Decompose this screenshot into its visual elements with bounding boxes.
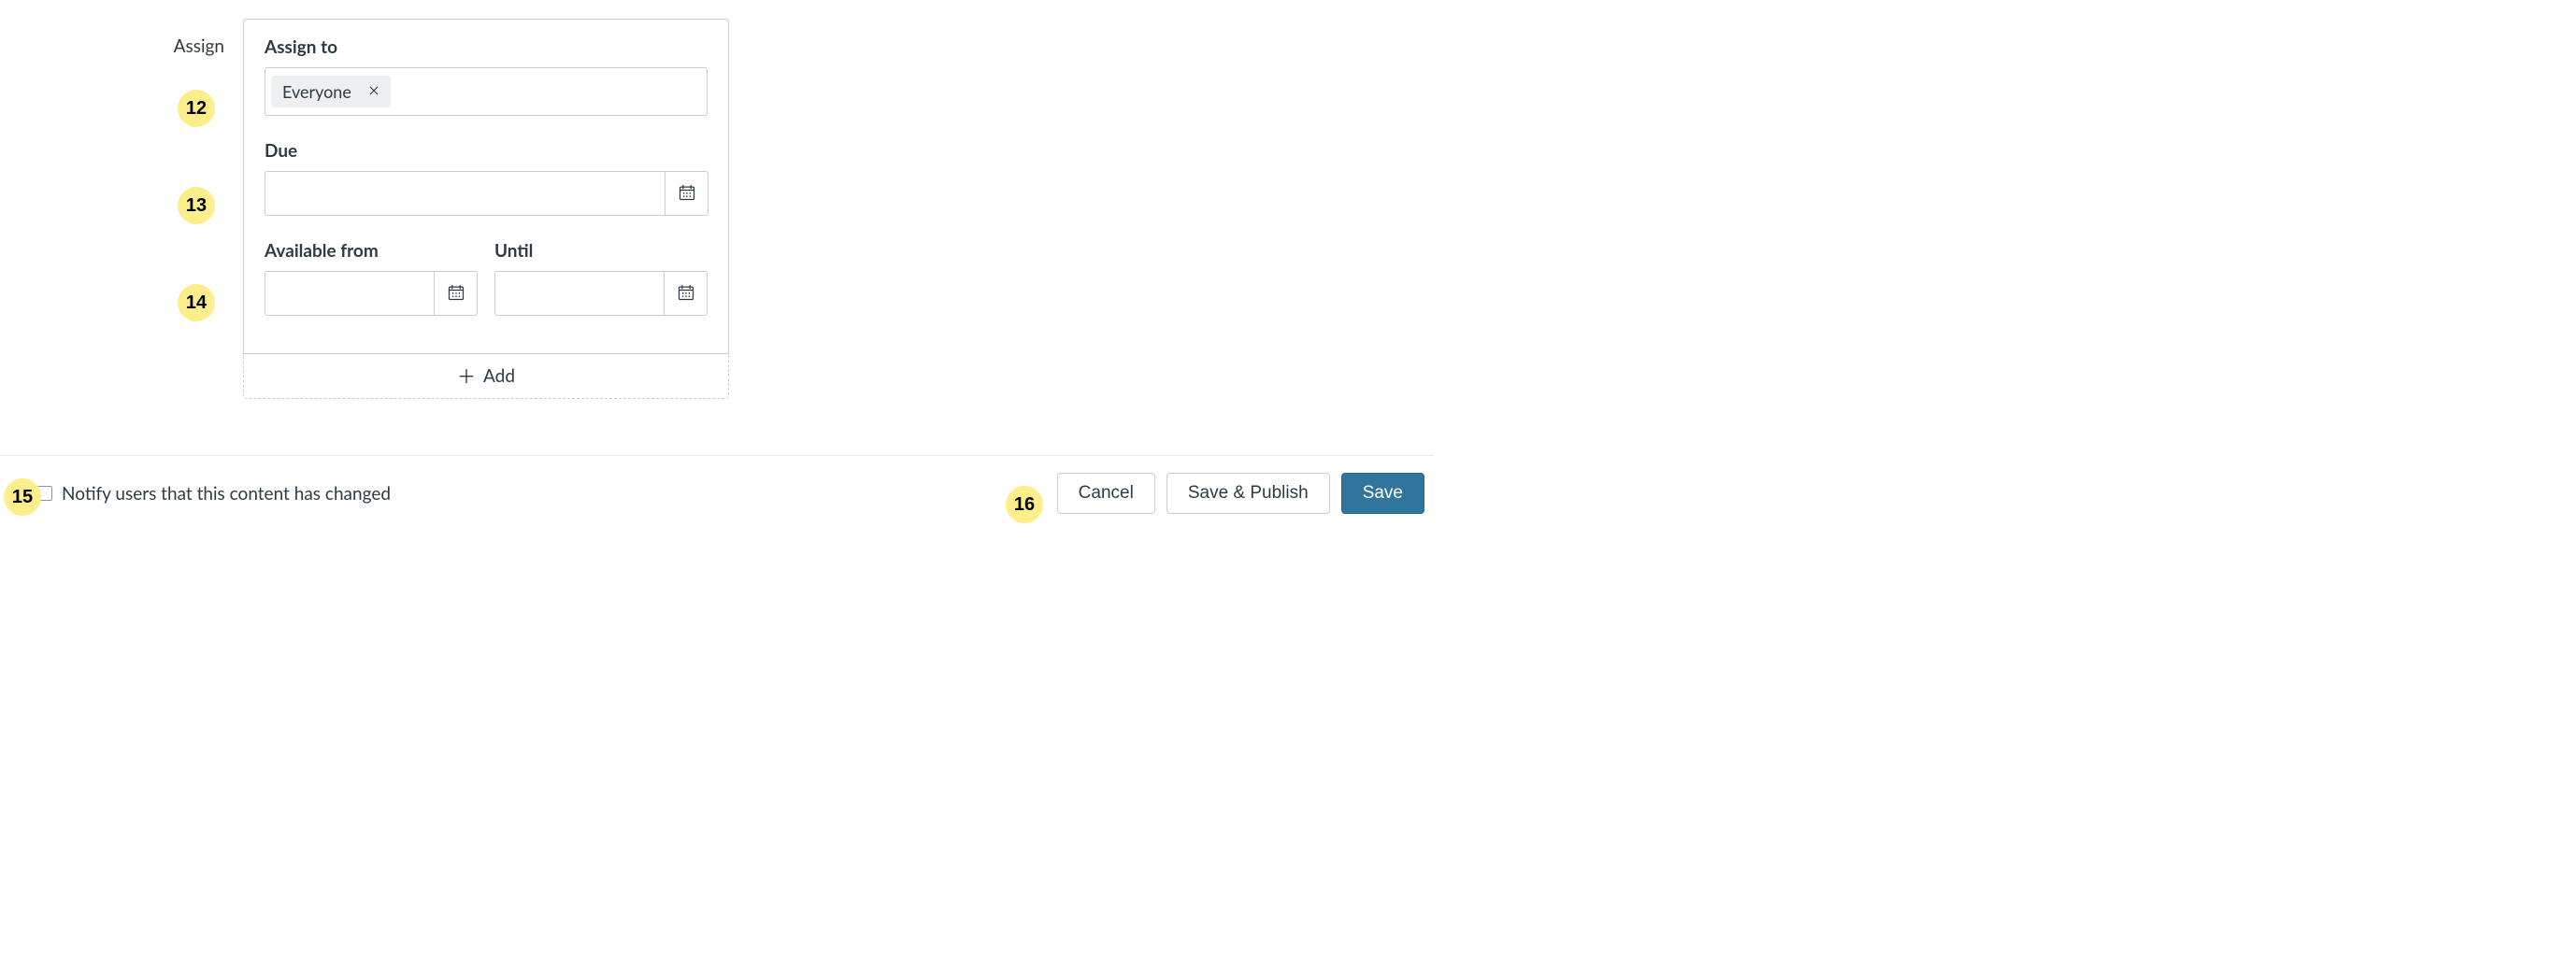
step-marker-12: 12 <box>178 90 215 127</box>
plus-icon: ＋ <box>457 367 476 386</box>
assignee-pill-text: Everyone <box>282 81 351 102</box>
add-label: Add <box>483 365 515 387</box>
step-marker-16: 16 <box>1006 486 1043 523</box>
save-publish-button[interactable]: Save & Publish <box>1166 473 1330 514</box>
due-date-input[interactable] <box>265 171 708 216</box>
assign-to-input[interactable]: Everyone <box>265 67 708 116</box>
add-assignment-button[interactable]: ＋ Add <box>243 354 729 399</box>
available-from-calendar-button[interactable] <box>434 272 477 315</box>
calendar-icon <box>678 183 696 205</box>
remove-assignee-icon[interactable] <box>368 85 379 98</box>
assign-card: Assign to Everyone Due <box>243 19 729 354</box>
available-from-label: Available from <box>265 240 478 262</box>
calendar-icon <box>677 283 695 305</box>
cancel-button[interactable]: Cancel <box>1057 473 1155 514</box>
footer-bar: Notify users that this content has chang… <box>0 456 1434 531</box>
step-marker-15: 15 <box>4 478 41 516</box>
assignee-pill: Everyone <box>271 76 391 107</box>
step-marker-14: 14 <box>178 284 215 321</box>
due-date-calendar-button[interactable] <box>665 172 708 215</box>
calendar-icon <box>447 283 465 305</box>
until-label: Until <box>494 240 708 262</box>
until-calendar-button[interactable] <box>664 272 707 315</box>
assign-to-label: Assign to <box>265 36 708 58</box>
due-label: Due <box>265 140 708 162</box>
row-label-assign: Assign <box>0 19 243 57</box>
step-marker-13: 13 <box>178 187 215 224</box>
notify-users-label: Notify users that this content has chang… <box>62 483 391 505</box>
save-button[interactable]: Save <box>1341 473 1424 514</box>
